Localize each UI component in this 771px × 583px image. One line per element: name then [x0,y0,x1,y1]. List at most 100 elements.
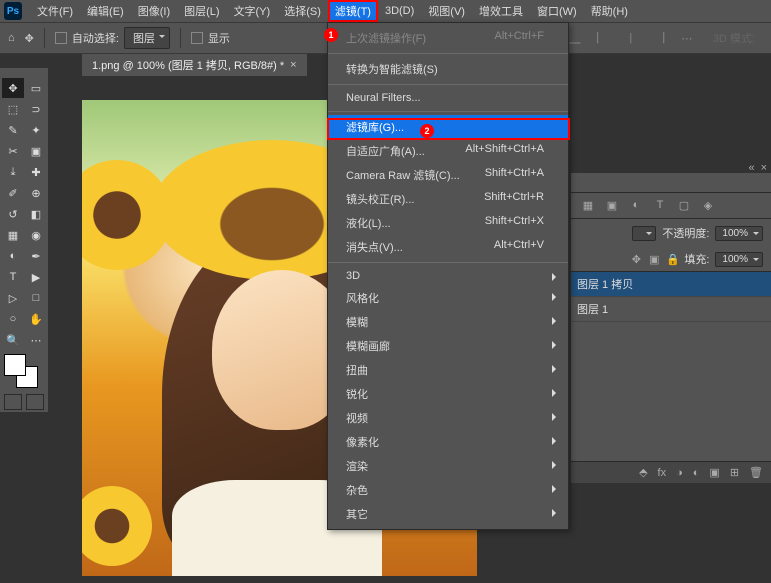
filter-kind-icon[interactable]: ▦ [581,199,595,212]
menu-separator [328,262,568,263]
menu-window[interactable]: 窗口(W) [530,0,584,22]
menu-adaptive-wide-angle[interactable]: 自适应广角(A)...Alt+Shift+Ctrl+A [328,139,568,163]
align-left-icon[interactable]: ⎸ [595,32,611,45]
ellipse-tool[interactable]: ○ [2,309,24,329]
color-swatches[interactable] [4,354,44,390]
history-brush-tool[interactable]: ↺ [2,204,24,224]
layer-row[interactable]: 图层 1 拷贝 [571,272,771,297]
brush-tool[interactable]: ✐ [2,183,24,203]
menu-help[interactable]: 帮助(H) [584,0,635,22]
home-icon[interactable]: ⌂ [8,32,15,44]
menu-filter[interactable]: 滤镜(T) [328,0,378,22]
gradient-tool[interactable]: ▦ [2,225,24,245]
menu-render-submenu[interactable]: 渲染 [328,454,568,478]
auto-select-checkbox[interactable] [55,32,67,44]
spot-heal-tool[interactable]: ✚ [25,162,47,182]
magic-wand-tool[interactable]: ✦ [25,120,47,140]
menu-sharpen-submenu[interactable]: 锐化 [328,382,568,406]
annotation-badge-2: 2 [420,124,434,138]
lock-move-icon[interactable]: ✥ [630,253,642,266]
rectangle-tool[interactable]: □ [25,288,47,308]
menu-edit[interactable]: 编辑(E) [80,0,131,22]
menu-video-submenu[interactable]: 视频 [328,406,568,430]
hand-tool[interactable]: ✋ [25,309,47,329]
menu-other-submenu[interactable]: 其它 [328,502,568,526]
move-tool[interactable]: ✥ [2,78,24,98]
menu-convert-smart-filter[interactable]: 转换为智能滤镜(S) [328,57,568,81]
clone-stamp-tool[interactable]: ⊕ [25,183,47,203]
crop-tool[interactable]: ✂ [2,141,24,161]
layer-fx-icon[interactable]: fx [658,467,667,479]
opacity-value[interactable]: 100% [715,226,763,241]
menu-lens-correction[interactable]: 镜头校正(R)...Shift+Ctrl+R [328,187,568,211]
link-layers-icon[interactable]: ⬘ [639,466,647,479]
delete-layer-icon[interactable]: 🗑 [749,466,763,479]
menu-select[interactable]: 选择(S) [277,0,328,22]
group-icon[interactable]: ▣ [709,466,719,479]
lock-all-icon[interactable]: 🔒 [666,253,678,266]
menu-3d[interactable]: 3D(D) [378,2,421,20]
toolbar-handle[interactable] [0,68,48,76]
menu-camera-raw[interactable]: Camera Raw 滤镜(C)...Shift+Ctrl+A [328,163,568,187]
menu-pixelate-submenu[interactable]: 像素化 [328,430,568,454]
blur-tool[interactable]: ◉ [25,225,47,245]
menu-last-filter[interactable]: 上次滤镜操作(F)Alt+Ctrl+F [328,26,568,50]
close-icon[interactable]: × [290,59,296,71]
foreground-color[interactable] [4,354,26,376]
menu-type[interactable]: 文字(Y) [227,0,278,22]
menu-file[interactable]: 文件(F) [30,0,80,22]
menu-view[interactable]: 视图(V) [421,0,472,22]
menu-neural-filters[interactable]: Neural Filters... [328,88,568,108]
menu-blur-gallery-submenu[interactable]: 模糊画廊 [328,334,568,358]
quick-mask-icon[interactable] [4,394,22,410]
marquee-tool[interactable]: ⬚ [2,99,24,119]
align-bottom-icon[interactable]: ⎽ [567,32,583,45]
move-tool-icon[interactable]: ✥ [25,32,34,45]
filter-smart-icon[interactable]: ◈ [701,199,715,212]
frame-tool[interactable]: ▣ [25,141,47,161]
quick-select-tool[interactable]: ✎ [2,120,24,140]
filter-type-icon[interactable]: T [653,199,667,212]
menu-blur-submenu[interactable]: 模糊 [328,310,568,334]
direct-select-tool[interactable]: ▷ [2,288,24,308]
adjustment-layer-icon[interactable]: ◐ [693,467,700,479]
path-select-tool[interactable]: ▶ [25,267,47,287]
more-icon[interactable]: ⋯ [679,32,695,45]
new-layer-icon[interactable]: ⊞ [730,466,739,479]
type-tool[interactable]: T [2,267,24,287]
menu-3d-submenu[interactable]: 3D [328,266,568,286]
menu-image[interactable]: 图像(I) [131,0,177,22]
blend-mode-dropdown[interactable] [632,226,657,241]
filter-shape-icon[interactable]: ▢ [677,199,691,212]
menu-distort-submenu[interactable]: 扭曲 [328,358,568,382]
zoom-tool[interactable]: 🔍 [2,330,24,350]
auto-select-target-dropdown[interactable]: 图层 [124,27,170,49]
dodge-tool[interactable]: ◐ [2,246,24,266]
menu-layer[interactable]: 图层(L) [177,0,226,22]
eraser-tool[interactable]: ◧ [25,204,47,224]
menu-vanishing-point[interactable]: 消失点(V)...Alt+Ctrl+V [328,235,568,259]
menu-noise-submenu[interactable]: 杂色 [328,478,568,502]
menu-separator [328,53,568,54]
layer-row[interactable]: 图层 1 [571,297,771,322]
lasso-tool[interactable]: ⊃ [25,99,47,119]
menu-filter-gallery[interactable]: 滤镜库(G)... [328,115,568,139]
filter-pixel-icon[interactable]: ▣ [605,199,619,212]
layer-mask-icon[interactable]: ◑ [676,467,683,479]
pen-tool[interactable]: ✒ [25,246,47,266]
lock-artboard-icon[interactable]: ▣ [648,253,660,266]
menu-liquify[interactable]: 液化(L)...Shift+Ctrl+X [328,211,568,235]
align-right-icon[interactable]: ⎹ [651,32,667,45]
menu-plugins[interactable]: 增效工具 [472,0,530,22]
menu-stylize-submenu[interactable]: 风格化 [328,286,568,310]
document-tab[interactable]: 1.png @ 100% (图层 1 拷贝, RGB/8#) * × [82,54,307,76]
edit-toolbar[interactable]: ⋯ [25,330,47,350]
align-center-icon[interactable]: | [623,32,639,45]
filter-adjust-icon[interactable]: ◐ [629,199,643,212]
menu-separator [328,111,568,112]
artboard-tool[interactable]: ▭ [25,78,47,98]
screen-mode-icon[interactable] [26,394,44,410]
eyedropper-tool[interactable]: ⤓ [2,162,24,182]
fill-value[interactable]: 100% [715,252,763,267]
show-transform-checkbox[interactable] [191,32,203,44]
